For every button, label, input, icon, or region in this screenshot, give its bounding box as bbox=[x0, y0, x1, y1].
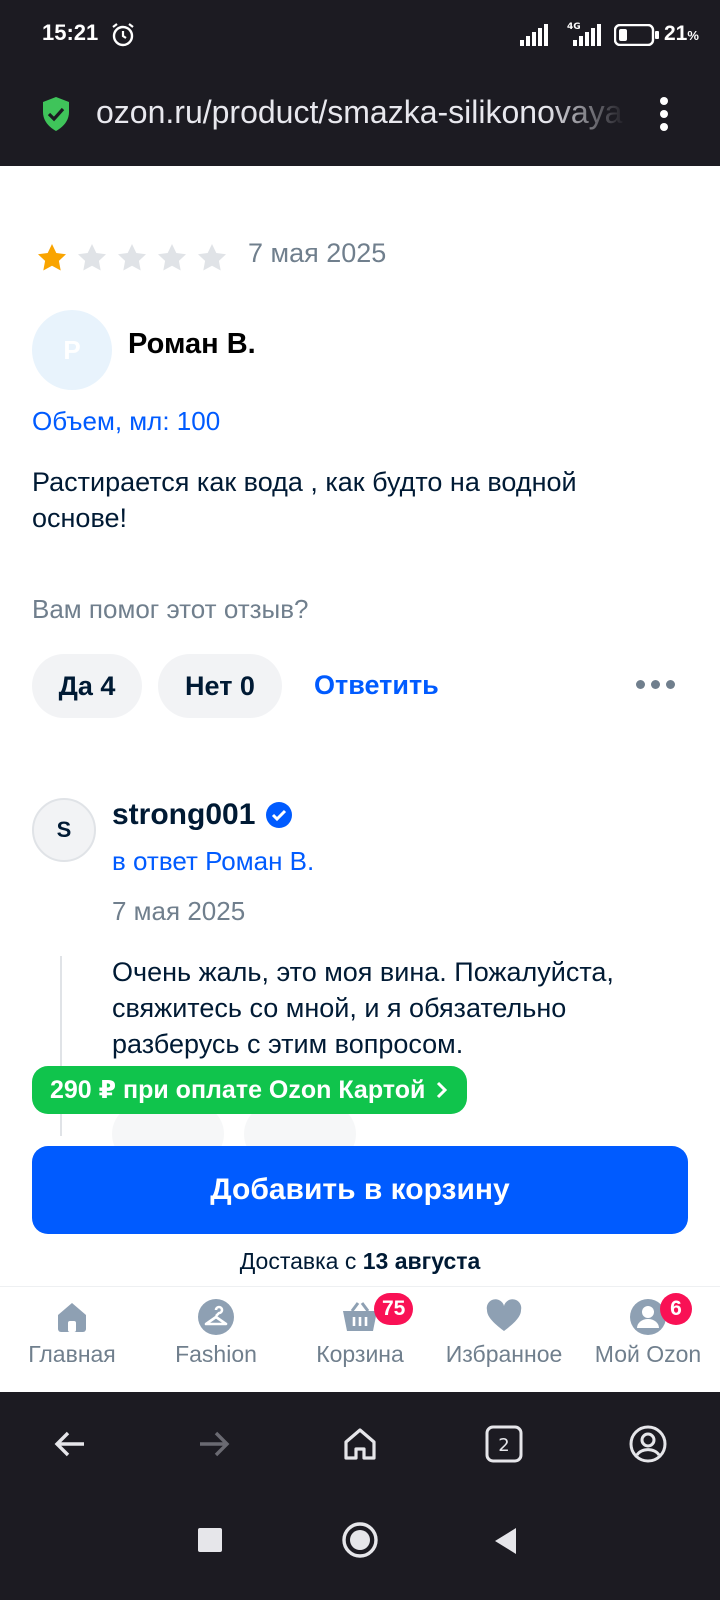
helpful-yes-button[interactable]: Да 4 bbox=[32, 654, 142, 718]
reply-text: Очень жаль, это моя вина. Пожалуйста, св… bbox=[112, 957, 614, 1059]
status-bar: 15:21 4G 21% bbox=[0, 0, 720, 72]
forward-arrow-icon[interactable] bbox=[196, 1426, 232, 1462]
seller-name: strong001 bbox=[112, 798, 256, 831]
avatar: Р bbox=[32, 310, 112, 390]
battery-percent: 21% bbox=[664, 22, 699, 45]
profile-notification-badge: 6 bbox=[660, 1293, 692, 1325]
reply-button[interactable]: Ответить bbox=[314, 670, 439, 701]
secure-shield-icon[interactable] bbox=[40, 96, 72, 132]
ozon-card-promo[interactable]: 290 ₽ при оплате Ozon Картой bbox=[32, 1066, 468, 1114]
hanger-icon bbox=[198, 1299, 234, 1335]
signal-icon bbox=[520, 24, 548, 46]
app-tab-bar: Главная Fashion Корзина 75 Избранное Мой… bbox=[0, 1286, 720, 1392]
delivery-date: 13 августа bbox=[362, 1248, 481, 1274]
reply-to-link[interactable]: в ответ Роман В. bbox=[112, 846, 314, 877]
system-home-button[interactable] bbox=[340, 1520, 380, 1560]
reply-date: 7 мая 2025 bbox=[112, 896, 246, 926]
tab-home[interactable]: Главная bbox=[0, 1297, 144, 1368]
cart-count-badge: 75 bbox=[374, 1293, 414, 1325]
tab-fashion[interactable]: Fashion bbox=[144, 1297, 288, 1368]
alarm-icon bbox=[112, 23, 134, 47]
review-author[interactable]: Роман В. bbox=[128, 328, 256, 361]
star-empty-icon bbox=[118, 244, 146, 271]
tab-favorites[interactable]: Избранное bbox=[432, 1297, 576, 1368]
review-date: 7 мая 2025 bbox=[248, 238, 387, 268]
account-icon[interactable] bbox=[628, 1424, 668, 1464]
signal-4g-icon: 4G bbox=[567, 22, 601, 46]
seller-name-row[interactable]: strong001 bbox=[112, 798, 293, 832]
svg-text:2: 2 bbox=[498, 1435, 509, 1456]
star-empty-icon bbox=[198, 244, 226, 271]
chevron-right-icon bbox=[437, 1081, 448, 1099]
helpful-question: Вам помог этот отзыв? bbox=[32, 594, 309, 624]
helpful-no-button[interactable]: Нет 0 bbox=[158, 654, 282, 718]
heart-icon bbox=[486, 1299, 522, 1331]
browser-home-icon[interactable] bbox=[340, 1424, 380, 1464]
system-navigation: 2 bbox=[0, 1392, 720, 1600]
more-options-icon[interactable] bbox=[636, 680, 675, 689]
delivery-info: Доставка с 13 августа bbox=[239, 1248, 481, 1274]
review-variant[interactable]: Объем, мл: 100 bbox=[32, 406, 220, 437]
browser-menu-icon[interactable] bbox=[650, 92, 678, 136]
star-empty-icon bbox=[78, 244, 106, 271]
tabs-count-icon[interactable]: 2 bbox=[484, 1424, 524, 1464]
tab-my-ozon[interactable]: Мой Ozon bbox=[576, 1297, 720, 1368]
system-back-button[interactable] bbox=[492, 1526, 520, 1556]
add-to-cart-button[interactable]: Добавить в корзину bbox=[32, 1146, 688, 1234]
recents-button[interactable] bbox=[198, 1528, 222, 1552]
battery-icon bbox=[614, 24, 659, 46]
review-text: Растирается как вода , как будто на водн… bbox=[32, 467, 577, 533]
star-filled-icon bbox=[38, 244, 66, 271]
back-arrow-icon[interactable] bbox=[52, 1426, 88, 1462]
rating-stars bbox=[36, 242, 228, 274]
home-icon bbox=[58, 1303, 86, 1332]
url-text[interactable]: ozon.ru/product/smazka-silikonovaya bbox=[96, 94, 626, 131]
browser-url-bar: ozon.ru/product/smazka-silikonovaya bbox=[0, 72, 720, 166]
verified-icon bbox=[266, 802, 293, 828]
product-review-page: 7 мая 2025 Р Роман В. Объем, мл: 100 Рас… bbox=[0, 166, 720, 1392]
svg-text:4G: 4G bbox=[567, 22, 581, 32]
status-time: 15:21 bbox=[42, 20, 99, 45]
seller-avatar: S bbox=[32, 798, 96, 862]
promo-label: 290 ₽ при оплате Ozon Картой bbox=[50, 1076, 426, 1104]
star-empty-icon bbox=[158, 244, 186, 271]
